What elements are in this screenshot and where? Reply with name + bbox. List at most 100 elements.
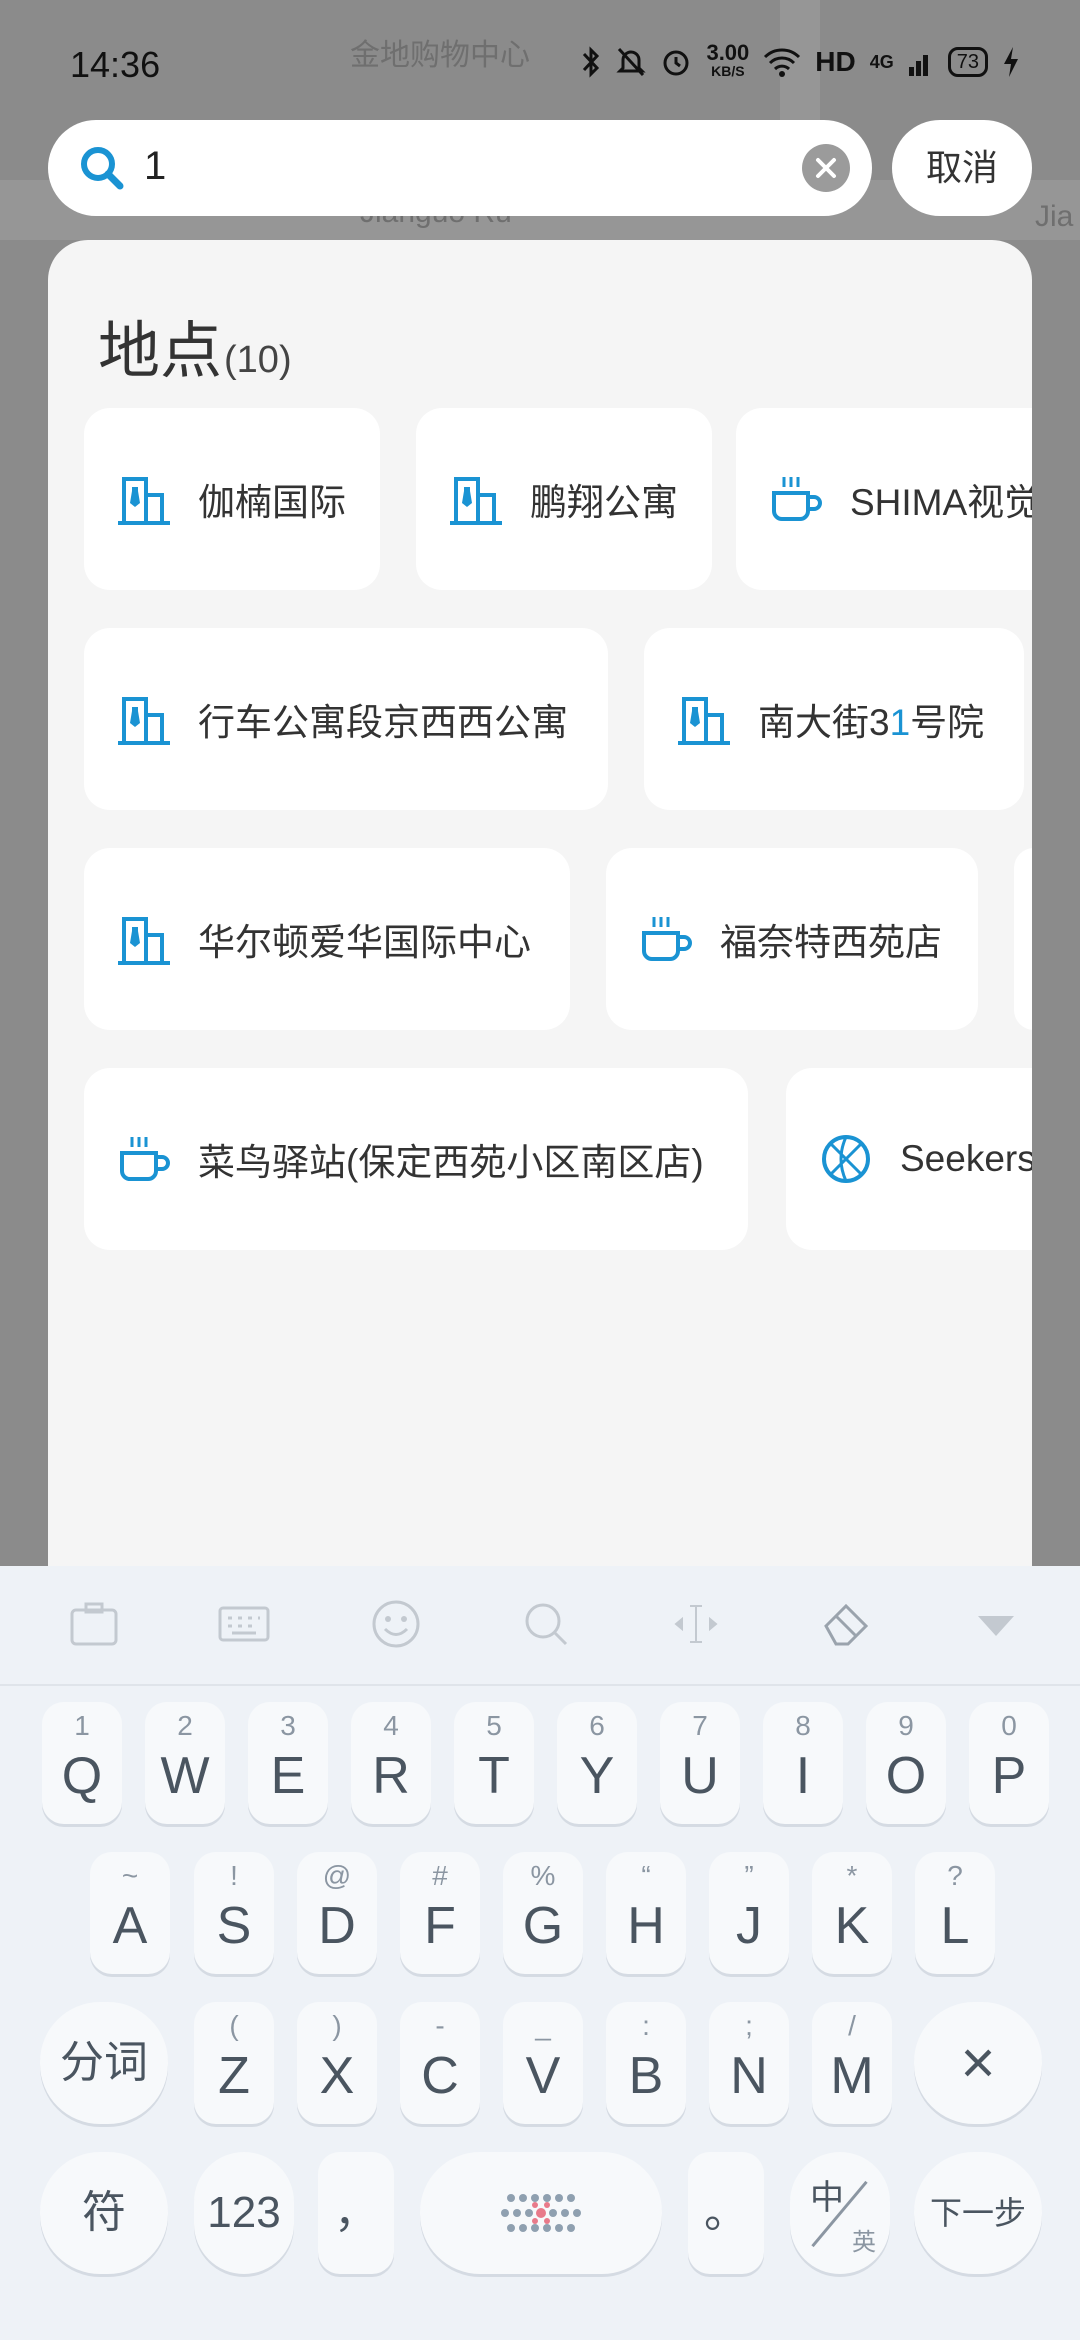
key-u[interactable]: 7U [660, 1702, 740, 1824]
key-p[interactable]: 0P [969, 1702, 1049, 1824]
key-l[interactable]: ? L [915, 1852, 995, 1974]
key-s[interactable]: ! S [194, 1852, 274, 1974]
space-key[interactable] [420, 2152, 662, 2274]
place-chip[interactable]: 华尔顿爱华国际中心 [84, 848, 570, 1030]
emoji-icon[interactable] [368, 1596, 424, 1652]
map-label: Jia [1035, 200, 1074, 233]
place-chip-partial[interactable] [1014, 848, 1032, 1030]
wifi-icon [764, 48, 801, 77]
language-toggle-key[interactable]: 中 英 [790, 2152, 890, 2274]
place-chip[interactable]: 南大街31号院 [644, 628, 1024, 810]
building-icon [450, 477, 502, 525]
key-secondary: - [435, 2010, 445, 2041]
key-q[interactable]: 1Q [42, 1702, 122, 1824]
key-i[interactable]: 8I [763, 1702, 843, 1824]
search-bar[interactable]: 1 [48, 120, 872, 216]
place-chip[interactable]: 伽楠国际 [84, 408, 380, 590]
key-secondary: 2 [177, 1710, 193, 1741]
key-c[interactable]: -C [400, 2002, 480, 2124]
charging-icon [1004, 47, 1018, 77]
segment-key[interactable]: 分词 [40, 2002, 168, 2124]
delete-icon: × [960, 2029, 996, 2096]
key-label: 分词 [60, 2038, 148, 2087]
place-label: 鹏翔公寓 [530, 482, 678, 523]
place-chip[interactable]: 福奈特西苑店 [606, 848, 978, 1030]
key-a[interactable]: ~ A [90, 1852, 170, 1974]
place-chip[interactable]: 鹏翔公寓 [416, 408, 712, 590]
basketball-icon [822, 1135, 870, 1183]
key-secondary: ! [230, 1860, 238, 1891]
clear-search-button[interactable] [802, 144, 850, 192]
clipboard-icon[interactable] [66, 1596, 122, 1652]
search-input[interactable]: 1 [144, 144, 166, 189]
coffee-icon [772, 477, 822, 521]
key-secondary: ) [332, 2010, 342, 2041]
place-chip[interactable]: 菜鸟驿站(保定西苑小区南区店) [84, 1068, 748, 1250]
key-label: 符 [82, 2188, 126, 2237]
key-label: R [372, 1747, 410, 1805]
key-d[interactable]: @ D [297, 1852, 377, 1974]
key-h[interactable]: “H [606, 1852, 686, 1974]
key-label: L [940, 1897, 970, 1955]
key-secondary: : [642, 2010, 650, 2041]
hide-keyboard-icon[interactable] [968, 1596, 1024, 1652]
key-z[interactable]: (Z [194, 2002, 274, 2124]
status-icons: 3.00 KB/S HD 4G 73 [580, 42, 1020, 80]
search-icon[interactable] [518, 1596, 574, 1652]
status-time: 14:36 [70, 44, 161, 85]
key-f[interactable]: # F [400, 1852, 480, 1974]
key-o[interactable]: 9O [866, 1702, 946, 1824]
key-label: W [160, 1747, 210, 1805]
key-label: F [424, 1897, 456, 1955]
key-label: I [795, 1747, 811, 1805]
key-secondary: 7 [692, 1710, 708, 1741]
key-v[interactable]: _ V [503, 2002, 583, 2124]
numbers-key[interactable]: 123 [194, 2152, 294, 2274]
place-label-highlight: 1 [889, 702, 911, 743]
key-x[interactable]: ) X [297, 2002, 377, 2124]
key-label: 123 [207, 2188, 281, 2237]
clear-icon[interactable] [818, 1596, 874, 1652]
key-label: V [525, 2047, 561, 2105]
key-k[interactable]: * K [812, 1852, 892, 1974]
key-n[interactable]: ; N [709, 2002, 789, 2124]
net-speed: 3.00 KB/S [706, 42, 749, 80]
bluetooth-icon [583, 46, 600, 78]
place-label-part: 南大街3 [758, 702, 890, 743]
comma-key[interactable]: ， [318, 2152, 394, 2274]
place-label: 华尔顿爱华国际中心 [198, 922, 531, 963]
place-label: 菜鸟驿站(保定西苑小区南区店) [198, 1142, 704, 1183]
key-label: Q [61, 1747, 103, 1805]
key-r[interactable]: 4R [351, 1702, 431, 1824]
next-key[interactable]: 下一步 [914, 2152, 1042, 2274]
key-j[interactable]: ” J [709, 1852, 789, 1974]
key-e[interactable]: 3E [248, 1702, 328, 1824]
key-label: M [830, 2047, 874, 2105]
keyboard-icon[interactable] [216, 1596, 272, 1652]
place-chip[interactable]: SHIMA视觉 [736, 408, 1032, 590]
places-count: (10) [224, 339, 292, 381]
place-chip[interactable]: 行车公寓段京西西公寓 [84, 628, 608, 810]
mute-icon [616, 47, 647, 77]
place-chip[interactable]: Seekers [786, 1068, 1032, 1250]
delete-key[interactable]: × [914, 2002, 1042, 2124]
key-w[interactable]: 2W [145, 1702, 225, 1824]
key-secondary: 3 [280, 1710, 296, 1741]
cancel-button[interactable]: 取消 [892, 120, 1032, 216]
key-m[interactable]: / M [812, 2002, 892, 2124]
key-label: G [522, 1897, 564, 1955]
key-y[interactable]: 6Y [557, 1702, 637, 1824]
key-b[interactable]: :B [606, 2002, 686, 2124]
key-g[interactable]: % G [503, 1852, 583, 1974]
status-bar: 14:36 3.00 KB/S HD 4G 73 [0, 0, 1080, 110]
key-label: P [991, 1747, 1027, 1805]
cursor-icon[interactable] [668, 1596, 724, 1652]
key-label: J [736, 1897, 762, 1955]
symbols-key[interactable]: 符 [40, 2152, 168, 2274]
soft-keyboard: 1Q 2W 3E 4R 5T 6Y 7U 8I 9O 0P ~ A ! S @ D #… [0, 1566, 1080, 2340]
building-icon [678, 697, 730, 745]
key-t[interactable]: 5T [454, 1702, 534, 1824]
key-label: H [627, 1897, 665, 1955]
period-key[interactable]: 。 [688, 2152, 764, 2274]
key-secondary: # [432, 1860, 448, 1891]
